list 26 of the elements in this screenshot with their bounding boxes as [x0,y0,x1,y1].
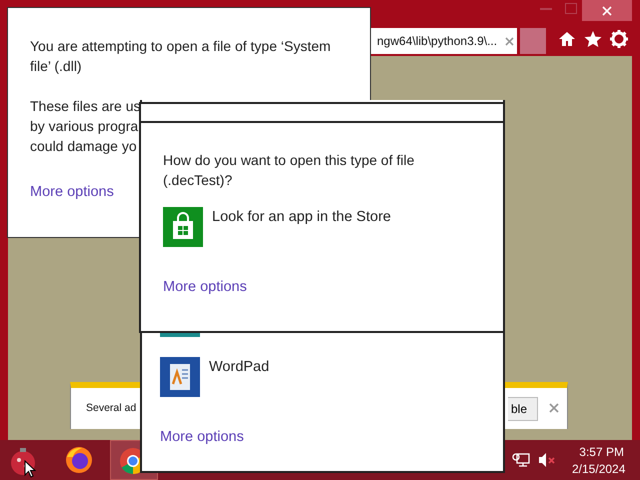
close-icon[interactable] [549,403,559,413]
store-bag-icon [163,207,203,247]
dialog-text: could damage yo [30,137,138,156]
dialog-message: You are attempting to open a file of type ‘System file’ (.dll) [30,37,332,76]
home-icon[interactable] [557,29,577,49]
browser-tab[interactable]: ngw64\lib\python3.9\... [371,28,517,54]
dialog-text: by various progra [30,117,140,136]
star-icon[interactable] [583,29,603,49]
app-name[interactable]: WordPad [209,357,270,375]
notification-button[interactable]: ble [508,397,538,421]
firefox-icon[interactable] [64,445,94,475]
muted-speaker-icon[interactable] [538,452,556,468]
close-icon [505,36,514,46]
more-options-link[interactable]: More options [160,429,270,445]
network-icon[interactable] [512,452,530,468]
wordpad-icon [160,357,200,397]
cursor-icon [24,460,36,478]
close-button[interactable] [582,0,632,21]
app-name[interactable]: Look for an app in the Store [212,207,391,225]
app-icon [160,333,200,337]
more-options-link[interactable]: More options [163,279,481,295]
close-icon [602,6,612,16]
dialog-question: How do you want to open this type of file (.decTest)? [163,151,416,190]
settings-icon[interactable] [609,29,629,49]
notification-text: Several ad [86,402,136,414]
clock[interactable]: 3:57 PM 2/15/2024 [572,444,624,478]
